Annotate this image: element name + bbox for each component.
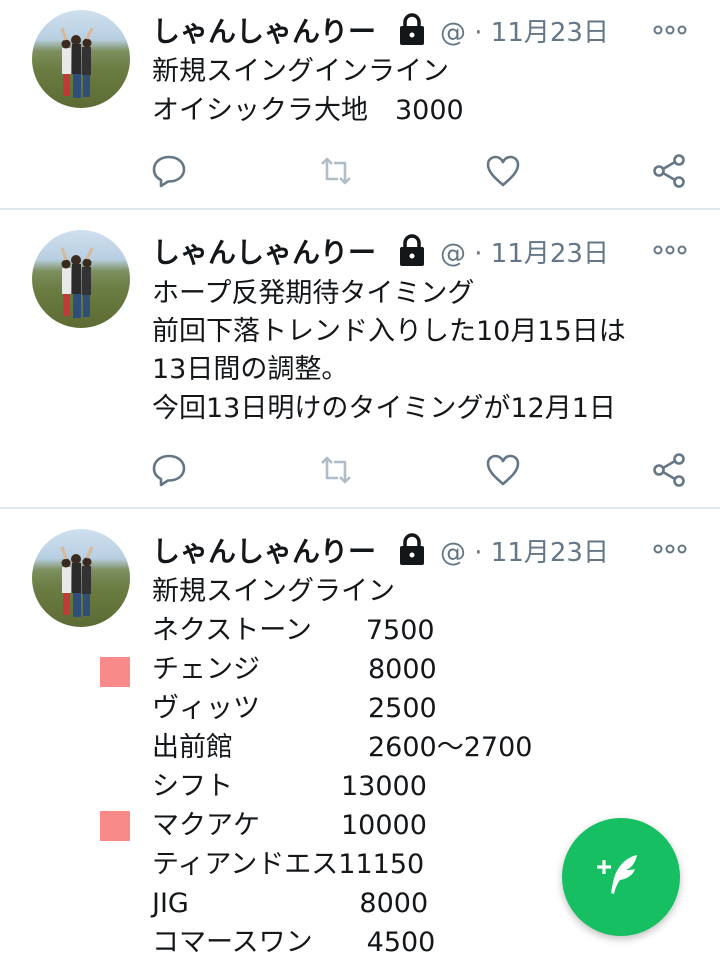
lock-icon xyxy=(400,234,424,266)
tweet-text-line: シフト 13000 xyxy=(152,771,427,802)
avatar[interactable] xyxy=(32,230,130,328)
tweet-text-line: 出前館 2600〜2700 xyxy=(152,732,533,763)
reply-icon[interactable] xyxy=(151,452,187,488)
tweet-text-line: JIG 8000 xyxy=(152,888,429,919)
tweet-text-line: 新規スイングライン xyxy=(152,576,395,607)
tweet-text-line: 新規スイングインライン xyxy=(152,56,449,87)
more-icon[interactable] xyxy=(653,245,687,255)
tweet[interactable]: しゃんしゃんりー @ · 11月23日 新規スイングインライン オイシックラ大地… xyxy=(0,0,720,210)
author-name[interactable]: しゃんしゃんりー xyxy=(152,231,376,271)
retweet-icon[interactable] xyxy=(318,153,354,189)
marker-square xyxy=(100,811,130,841)
heart-icon[interactable] xyxy=(485,153,521,189)
avatar[interactable] xyxy=(32,529,130,627)
marker-square xyxy=(100,657,130,687)
tweet-meta: @ · 11月23日 xyxy=(440,538,609,568)
tweet-text-line: ホープ反発期待タイミング xyxy=(152,278,475,309)
more-icon[interactable] xyxy=(653,25,687,35)
tweet-text-line: チェンジ 8000 xyxy=(152,654,437,685)
tweet-text-line: ネクストーン 7500 xyxy=(152,615,435,646)
tweet-text-line: 13日間の調整。 xyxy=(152,354,349,385)
tweet-text-line: ヴィッツ 2500 xyxy=(152,693,437,724)
retweet-icon[interactable] xyxy=(318,452,354,488)
share-icon[interactable] xyxy=(651,452,687,488)
tweet-text-line: ティアンドエス11150 xyxy=(152,849,425,880)
tweet-text-line: 今回13日明けのタイミングが12月1日 xyxy=(152,393,616,424)
compose-tweet-button[interactable] xyxy=(562,818,680,936)
compose-tweet-icon xyxy=(597,855,637,894)
lock-icon xyxy=(400,533,424,565)
tweet[interactable]: しゃんしゃんりー @ · 11月23日 ホープ反発期待タイミング 前回下落トレン… xyxy=(0,210,720,508)
author-name[interactable]: しゃんしゃんりー xyxy=(152,530,376,570)
author-name[interactable]: しゃんしゃんりー xyxy=(152,10,376,50)
tweet-text-line: 前回下落トレンド入りした10月15日は xyxy=(152,316,626,347)
lock-icon xyxy=(400,13,424,45)
tweet-meta: @ · 11月23日 xyxy=(440,18,609,48)
more-icon[interactable] xyxy=(653,544,687,554)
tweet-meta: @ · 11月23日 xyxy=(440,239,609,269)
tweet-text-line: オイシックラ大地 3000 xyxy=(152,95,464,126)
heart-icon[interactable] xyxy=(485,452,521,488)
tweet-text-line: コマースワン 4500 xyxy=(152,927,436,958)
tweet-text-line: マクアケ 10000 xyxy=(152,810,427,841)
share-icon[interactable] xyxy=(651,153,687,189)
avatar[interactable] xyxy=(32,10,130,108)
reply-icon[interactable] xyxy=(151,153,187,189)
